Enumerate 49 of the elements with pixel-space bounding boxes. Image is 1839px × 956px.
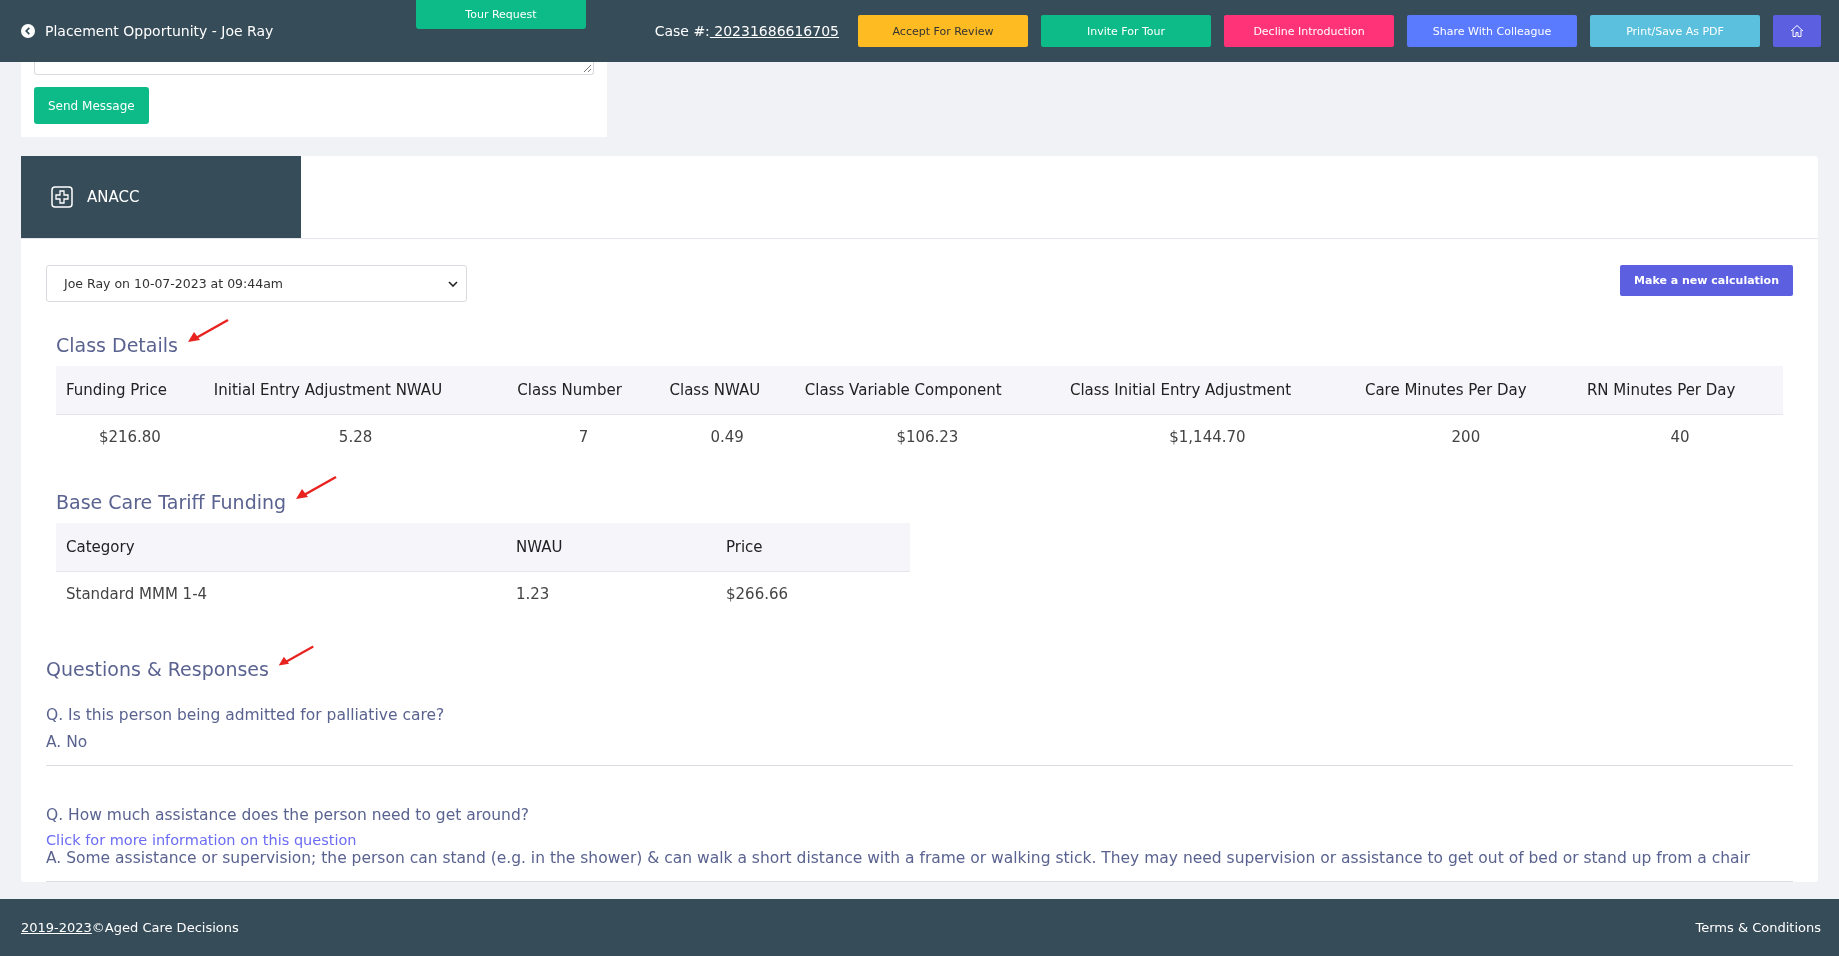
column-header: Category [56, 523, 506, 572]
table-cell: 7 [507, 414, 660, 459]
table-cell: $106.23 [794, 414, 1060, 459]
question-text: Q. How much assistance does the person need to get around? [46, 805, 530, 824]
home-button[interactable] [1773, 15, 1821, 47]
new-calculation-button[interactable]: Make a new calculation [1620, 265, 1793, 296]
chevron-down-icon [448, 280, 458, 287]
column-header: RN Minutes Per Day [1576, 366, 1783, 415]
table-cell: $1,144.70 [1059, 414, 1355, 459]
back-icon[interactable] [21, 24, 35, 38]
column-header: NWAU [506, 523, 716, 572]
answer-text: A. No [46, 732, 89, 753]
resize-handle-icon[interactable] [583, 64, 591, 72]
section-heading: Class Details [56, 334, 178, 356]
action-button[interactable]: Share With Colleague [1407, 15, 1577, 47]
column-header: Price [716, 523, 910, 572]
column-header: Funding Price [56, 366, 204, 415]
question-text: Q. Is this person being admitted for palliative care? [46, 706, 446, 724]
page-title: Placement Opportunity - Joe Ray [45, 23, 274, 39]
terms-link[interactable]: Terms & Conditions [1695, 920, 1821, 935]
table-cell: $216.80 [56, 414, 204, 459]
table-cell: 1.23 [506, 571, 716, 616]
table-cell: 0.49 [659, 414, 795, 459]
column-header: Class Number [507, 366, 660, 415]
section-heading: Questions & Responses [46, 658, 269, 680]
anacc-tab[interactable]: ANACC [21, 156, 301, 238]
column-header: Care Minutes Per Day [1354, 366, 1577, 415]
table-cell: 40 [1576, 414, 1783, 459]
column-header: Class Variable Component [794, 366, 1060, 415]
assessment-select[interactable]: Joe Ray on 10-07-2023 at 09:44am [46, 265, 467, 302]
column-header: Initial Entry Adjustment NWAU [203, 366, 508, 415]
action-button[interactable]: Accept For Review [858, 15, 1028, 47]
years-link[interactable]: 2019-2023 [21, 920, 92, 935]
case-label: Case #: [654, 23, 710, 39]
column-header: Class Initial Entry Adjustment [1059, 366, 1355, 415]
section-heading: Base Care Tariff Funding [56, 491, 287, 513]
home-icon [1789, 23, 1805, 39]
copyright-text: ©Aged Care Decisions [91, 920, 239, 935]
table-cell: Standard MMM 1-4 [56, 571, 506, 616]
table-cell: 5.28 [203, 414, 508, 459]
message-input[interactable] [34, 62, 594, 75]
column-header: Class NWAU [659, 366, 795, 415]
case-number-link[interactable]: 20231686616705 [709, 23, 839, 39]
plus-square-icon [51, 186, 73, 208]
table-cell: $266.66 [716, 571, 910, 616]
action-button[interactable]: Decline Introduction [1224, 15, 1394, 47]
table-cell: 200 [1354, 414, 1577, 459]
answer-text: A. Some assistance or supervision; the person can stand (e.g. in the shower) & can walk a short distance with a frame or walking stick. They may need supervision or assistance to get out of bed or stand up from a chair [46, 848, 1752, 869]
info-link[interactable]: Click for more information on this question [46, 831, 1793, 848]
